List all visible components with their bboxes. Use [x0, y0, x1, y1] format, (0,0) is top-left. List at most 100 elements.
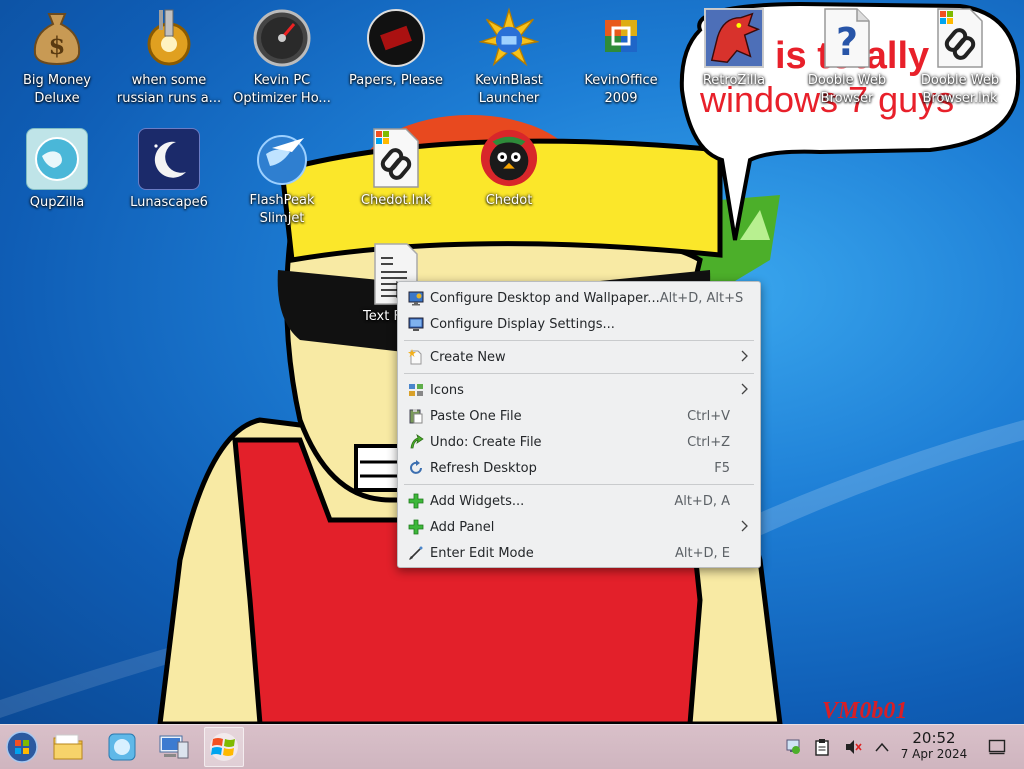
refresh-icon: [410, 460, 422, 474]
tray-clipboard[interactable]: [812, 737, 832, 757]
desktop-icon-dooble-web-browser[interactable]: ? Dooble Web Browser: [791, 8, 903, 108]
desktop-icon-label: Chedot.lnk: [360, 193, 432, 208]
desktop-icon-label: Big Money Deluxe: [22, 73, 91, 106]
chevron-right-icon: [741, 350, 748, 362]
menu-item-icons[interactable]: Icons: [398, 377, 760, 403]
menu-item-label: Undo: Create File: [430, 434, 542, 450]
taskbar: 20:52 7 Apr 2024: [0, 724, 1024, 769]
menu-item-paste-one-file[interactable]: Paste One File Ctrl+V: [398, 403, 760, 429]
folder-icon: [53, 734, 83, 760]
clock-date: 7 Apr 2024: [900, 747, 968, 761]
desktop-icon-label: KevinBlast Launcher: [475, 73, 543, 106]
tray-network[interactable]: [783, 737, 803, 757]
taskbar-windows-active[interactable]: [204, 727, 244, 767]
tray-expand[interactable]: [872, 737, 892, 757]
network-icon: [786, 739, 800, 754]
menu-item-enter-edit-mode[interactable]: Enter Edit Mode Alt+D, E: [398, 540, 760, 566]
taskbar-browser[interactable]: [102, 727, 142, 767]
desktop-icon-big-money-deluxe[interactable]: $ Big Money Deluxe: [1, 8, 113, 108]
menu-item-undo-create-file[interactable]: Undo: Create File Ctrl+Z: [398, 429, 760, 455]
desktop-icon-label: Chedot: [485, 193, 533, 208]
menu-item-label: Paste One File: [430, 408, 522, 424]
menu-item-label: Icons: [430, 382, 464, 398]
wallpaper-signature: VM0b01: [822, 698, 907, 724]
moon-icon: [138, 128, 200, 190]
taskbar-remote-desktop[interactable]: [154, 727, 194, 767]
menu-item-configure-desktop[interactable]: Configure Desktop and Wallpaper... Alt+D…: [398, 285, 760, 311]
start-button[interactable]: [2, 727, 42, 767]
volume-muted-icon: [846, 740, 862, 754]
desktop-icon-label: RetroZilla: [702, 73, 766, 88]
desktop-icon-label: Papers, Please: [348, 73, 444, 88]
windows-logo-icon: [210, 733, 238, 761]
show-desktop-icon: [988, 739, 1006, 755]
menu-separator: [404, 373, 754, 374]
desktop-icon-label: QupZilla: [29, 195, 85, 210]
desktop-icon-kevinoffice-2009[interactable]: KevinOffice 2009: [565, 8, 677, 108]
menu-item-shortcut: Alt+D, Alt+S: [659, 290, 744, 306]
papers-please-icon: [366, 8, 426, 68]
taskbar-file-manager[interactable]: [48, 727, 88, 767]
menu-item-label: Configure Display Settings...: [430, 316, 615, 332]
tray-volume[interactable]: [843, 737, 863, 757]
chevron-right-icon: [741, 383, 748, 395]
icons-grid-icon: [409, 384, 423, 396]
desktop-icon-label: Dooble Web Browser.lnk: [920, 73, 1000, 106]
start-orb-icon: [6, 731, 38, 763]
menu-item-label: Refresh Desktop: [430, 460, 537, 476]
desktop-icon-label: Dooble Web Browser: [807, 73, 887, 106]
menu-item-shortcut: Alt+D, E: [675, 545, 730, 561]
menu-separator: [404, 484, 754, 485]
menu-item-label: Enter Edit Mode: [430, 545, 534, 561]
chevron-right-icon: [741, 520, 748, 532]
desktop-icon-qupzilla[interactable]: QupZilla: [1, 128, 113, 212]
menu-item-add-widgets[interactable]: Add Widgets... Alt+D, A: [398, 488, 760, 514]
desktop-icon-kevin-pc-optimizer[interactable]: Kevin PC Optimizer Ho...: [226, 8, 338, 108]
desktop[interactable]: is totally windows 7 guys VM0b01 $ Big M…: [0, 0, 1024, 724]
link-doc-icon: [930, 8, 990, 68]
menu-item-refresh-desktop[interactable]: Refresh Desktop F5: [398, 455, 760, 481]
undo-icon: [410, 434, 424, 449]
browser-icon: [108, 733, 136, 761]
desktop-icon-papers-please[interactable]: Papers, Please: [340, 8, 452, 90]
clock-time: 20:52: [912, 729, 956, 747]
desktop-icon-label: Kevin PC Optimizer Ho...: [233, 73, 331, 106]
desktop-icon-flashpeak-slimjet[interactable]: FlashPeak Slimjet: [226, 128, 338, 228]
desktop-context-menu: Configure Desktop and Wallpaper... Alt+D…: [397, 281, 761, 568]
desktop-icon-label: FlashPeak Slimjet: [249, 193, 315, 226]
paste-icon: [409, 409, 423, 424]
edit-mode-icon: [409, 546, 423, 560]
question-doc-icon: ?: [817, 8, 877, 68]
display-icon: [408, 317, 424, 331]
menu-item-create-new[interactable]: Create New: [398, 344, 760, 370]
desktop-icon-label: Lunascape6: [130, 195, 208, 210]
menu-item-label: Create New: [430, 349, 506, 365]
jet-globe-icon: [252, 128, 312, 188]
svg-text:?: ?: [836, 20, 858, 64]
desktop-icon-label: when some russian runs a...: [116, 73, 222, 106]
menu-item-shortcut: Ctrl+Z: [687, 434, 730, 450]
menu-item-label: Add Panel: [430, 519, 495, 535]
menu-item-configure-display[interactable]: Configure Display Settings...: [398, 311, 760, 337]
money-bag-icon: $: [27, 8, 87, 68]
new-item-icon: [408, 349, 422, 365]
menu-item-add-panel[interactable]: Add Panel: [398, 514, 760, 540]
show-desktop-button[interactable]: [987, 737, 1007, 757]
desktop-icon-kevinblast-launcher[interactable]: KevinBlast Launcher: [453, 7, 565, 108]
desktop-icon-label: KevinOffice 2009: [584, 73, 658, 106]
desktop-icon-lunascape6[interactable]: Lunascape6: [113, 128, 225, 212]
chevron-up-icon: [875, 742, 889, 752]
menu-separator: [404, 340, 754, 341]
clock[interactable]: 20:52 7 Apr 2024: [896, 730, 972, 762]
desktop-icon-retrozilla[interactable]: RetroZilla: [678, 8, 790, 90]
desktop-icon-chedot-lnk[interactable]: Chedot.lnk: [340, 128, 452, 210]
burst-icon: [479, 7, 539, 68]
gear-icon: [139, 8, 199, 68]
desktop-icon-russian[interactable]: when some russian runs a...: [113, 8, 225, 108]
desktop-settings-icon: [408, 291, 424, 306]
plus-icon: [408, 519, 424, 535]
desktop-icon-chedot[interactable]: Chedot: [453, 128, 565, 210]
desktop-icon-dooble-web-browser-lnk[interactable]: Dooble Web Browser.lnk: [904, 8, 1016, 108]
menu-item-shortcut: F5: [714, 460, 730, 476]
clipboard-icon: [815, 739, 829, 756]
